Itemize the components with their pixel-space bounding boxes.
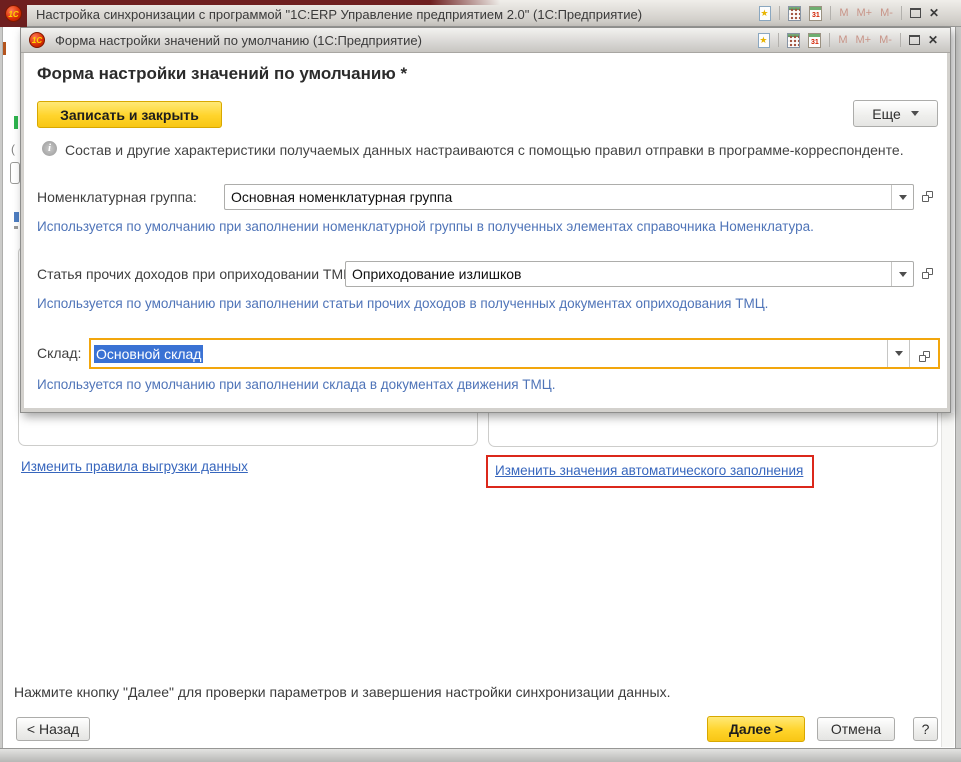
field-hint: Используется по умолчанию при заполнении… <box>37 377 556 392</box>
titlebar-divider <box>779 6 780 20</box>
maximize-button[interactable] <box>910 8 921 18</box>
background-fragment <box>14 226 18 229</box>
dialog-titlebar: 1С Форма настройки значений по умолчанию… <box>21 28 950 53</box>
back-button[interactable]: < Назад <box>16 717 90 741</box>
titlebar-divider <box>900 33 901 47</box>
info-icon: i <box>42 141 57 156</box>
background-fragment: ( <box>11 142 15 156</box>
info-text: Состав и другие характеристики получаемы… <box>65 142 904 158</box>
background-fragment <box>14 116 18 129</box>
nomenclature-group-input[interactable]: Основная номенклатурная группа <box>224 184 914 210</box>
app-logo-1c-icon: 1С <box>29 32 45 48</box>
field-label: Статья прочих доходов при оприходовании … <box>37 261 357 287</box>
window-border-bottom[interactable] <box>0 748 961 762</box>
close-button[interactable]: ✕ <box>928 33 938 47</box>
memory-plus-button: M+ <box>857 6 873 20</box>
memory-minus-button: M- <box>880 6 893 20</box>
main-window-titlebar: 1С Настройка синхронизации с программой … <box>0 0 961 27</box>
titlebar-divider <box>830 6 831 20</box>
background-fragment <box>3 42 6 55</box>
field-hint: Используется по умолчанию при заполнении… <box>37 219 814 234</box>
change-autofill-values-link[interactable]: Изменить значения автоматического заполн… <box>495 463 803 478</box>
dialog-body: Форма настройки значений по умолчанию * … <box>24 53 947 408</box>
field-value: Основной склад <box>91 342 887 366</box>
app-logo-1c-icon: 1С <box>5 5 22 22</box>
calendar-icon[interactable]: 31 <box>809 6 822 21</box>
favorites-icon[interactable]: ★ <box>759 6 771 21</box>
field-label: Номенклатурная группа: <box>37 184 197 210</box>
window-border-left <box>0 5 3 750</box>
wizard-footer-hint: Нажмите кнопку "Далее" для проверки пара… <box>14 684 670 700</box>
open-list-icon <box>922 191 933 202</box>
dialog-title: Форма настройки значений по умолчанию (1… <box>55 28 422 53</box>
save-and-close-button[interactable]: Записать и закрыть <box>37 101 222 128</box>
dropdown-button[interactable] <box>891 185 913 209</box>
dialog-heading: Форма настройки значений по умолчанию * <box>37 64 407 84</box>
more-button-label: Еще <box>872 106 901 122</box>
titlebar-divider <box>901 6 902 20</box>
background-fragment <box>10 162 20 184</box>
open-list-icon <box>922 268 933 279</box>
cancel-button[interactable]: Отмена <box>817 717 895 741</box>
titlebar-divider <box>778 33 779 47</box>
calculator-icon[interactable] <box>787 33 800 48</box>
chevron-down-icon <box>895 351 903 360</box>
memory-button: M <box>838 33 847 47</box>
default-values-dialog: 1С Форма настройки значений по умолчанию… <box>20 27 951 413</box>
open-list-icon <box>919 351 930 362</box>
memory-plus-button: M+ <box>856 33 872 47</box>
screen: 1С Настройка синхронизации с программой … <box>0 0 961 762</box>
open-list-button[interactable] <box>917 263 938 285</box>
change-export-rules-link[interactable]: Изменить правила выгрузки данных <box>21 459 248 474</box>
red-highlight-box: Изменить значения автоматического заполн… <box>486 455 814 488</box>
maximize-button[interactable] <box>909 35 920 45</box>
field-hint: Используется по умолчанию при заполнении… <box>37 296 768 311</box>
field-value: Основная номенклатурная группа <box>225 185 891 209</box>
more-button[interactable]: Еще <box>853 100 938 127</box>
next-button[interactable]: Далее > <box>707 716 805 742</box>
background-fragment <box>14 212 19 222</box>
favorites-icon[interactable]: ★ <box>758 33 770 48</box>
help-button[interactable]: ? <box>913 717 938 741</box>
field-label: Склад: <box>37 340 81 366</box>
dropdown-button[interactable] <box>887 340 909 367</box>
dropdown-button[interactable] <box>891 262 913 286</box>
calculator-icon[interactable] <box>788 6 801 21</box>
memory-button: M <box>839 6 848 20</box>
warehouse-input[interactable]: Основной склад <box>89 338 940 369</box>
selected-text: Основной склад <box>94 345 203 363</box>
chevron-down-icon <box>899 195 907 204</box>
open-list-button[interactable] <box>917 186 938 208</box>
other-income-item-input[interactable]: Оприходование излишков <box>345 261 914 287</box>
close-button[interactable]: ✕ <box>929 6 939 20</box>
main-window-title: Настройка синхронизации с программой "1С… <box>36 0 642 27</box>
window-border-right <box>955 5 961 750</box>
field-value: Оприходование излишков <box>346 262 891 286</box>
titlebar-divider <box>829 33 830 47</box>
open-list-button[interactable] <box>909 340 938 367</box>
calendar-icon[interactable]: 31 <box>808 33 821 48</box>
chevron-down-icon <box>911 111 919 120</box>
chevron-down-icon <box>899 272 907 281</box>
memory-minus-button: M- <box>879 33 892 47</box>
scrollbar[interactable] <box>941 413 954 747</box>
